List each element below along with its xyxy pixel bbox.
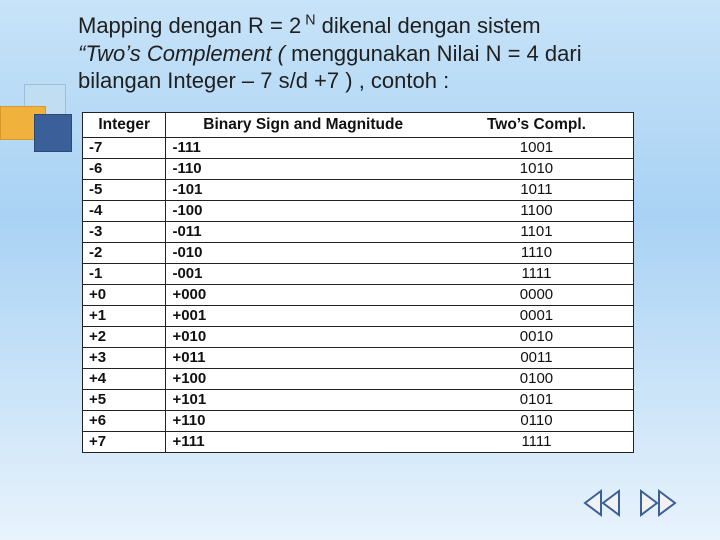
corner-decoration (0, 84, 84, 154)
cell-twos: 0001 (440, 306, 634, 327)
cell-signmag: -010 (166, 243, 440, 264)
table-row: +0+0000000 (83, 285, 634, 306)
text-line2-italic: “Two’s Complement ( (78, 41, 285, 66)
table-row: +5+1010101 (83, 390, 634, 411)
nav-controls (578, 488, 682, 522)
text-line2-rest: menggunakan Nilai N = 4 dari (285, 41, 582, 66)
col-header-signmag: Binary Sign and Magnitude (166, 113, 440, 138)
cell-twos: 1010 (440, 159, 634, 180)
cell-signmag: +001 (166, 306, 440, 327)
table-row: +4+1000100 (83, 369, 634, 390)
forward-icon (635, 487, 681, 524)
table-row: -7-1111001 (83, 138, 634, 159)
content-text: Mapping dengan R = 2 N dikenal dengan si… (78, 12, 696, 95)
cell-twos: 1111 (440, 432, 634, 453)
cell-integer: -5 (83, 180, 166, 201)
col-header-twos: Two’s Compl. (440, 113, 634, 138)
cell-signmag: -110 (166, 159, 440, 180)
cell-twos: 1100 (440, 201, 634, 222)
cell-signmag: -011 (166, 222, 440, 243)
cell-integer: -2 (83, 243, 166, 264)
cell-integer: -1 (83, 264, 166, 285)
cell-signmag: +000 (166, 285, 440, 306)
text-line1b: dikenal dengan sistem (316, 13, 541, 38)
cell-integer: +2 (83, 327, 166, 348)
table-row: -5-1011011 (83, 180, 634, 201)
cell-integer: +1 (83, 306, 166, 327)
slide: Mapping dengan R = 2 N dikenal dengan si… (0, 0, 720, 540)
cell-twos: 1101 (440, 222, 634, 243)
text-line3: bilangan Integer – 7 s/d +7 ) , contoh : (78, 68, 449, 93)
cell-integer: +7 (83, 432, 166, 453)
table-row: -4-1001100 (83, 201, 634, 222)
cell-twos: 1011 (440, 180, 634, 201)
cell-integer: +6 (83, 411, 166, 432)
text-superscript: N (301, 13, 315, 29)
cell-twos: 0110 (440, 411, 634, 432)
next-button[interactable] (634, 488, 682, 522)
table-row: +2+0100010 (83, 327, 634, 348)
cell-twos: 0100 (440, 369, 634, 390)
table-header-row: Integer Binary Sign and Magnitude Two’s … (83, 113, 634, 138)
cell-signmag: +110 (166, 411, 440, 432)
cell-twos: 1111 (440, 264, 634, 285)
text-line1a: Mapping dengan R = 2 (78, 13, 301, 38)
table-row: +3+0110011 (83, 348, 634, 369)
cell-twos: 0010 (440, 327, 634, 348)
twos-complement-table: Integer Binary Sign and Magnitude Two’s … (82, 112, 634, 453)
cell-integer: +5 (83, 390, 166, 411)
cell-signmag: -100 (166, 201, 440, 222)
cell-signmag: -001 (166, 264, 440, 285)
cell-integer: +4 (83, 369, 166, 390)
table-row: +7+1111111 (83, 432, 634, 453)
table-row: -1-0011111 (83, 264, 634, 285)
table-row: -2-0101110 (83, 243, 634, 264)
prev-button[interactable] (578, 488, 626, 522)
cell-integer: -6 (83, 159, 166, 180)
cell-signmag: +111 (166, 432, 440, 453)
cell-twos: 0101 (440, 390, 634, 411)
cell-integer: -7 (83, 138, 166, 159)
table-container: Integer Binary Sign and Magnitude Two’s … (82, 112, 634, 453)
cell-integer: +3 (83, 348, 166, 369)
cell-integer: -4 (83, 201, 166, 222)
cell-twos: 0011 (440, 348, 634, 369)
cell-integer: -3 (83, 222, 166, 243)
cell-twos: 0000 (440, 285, 634, 306)
cell-twos: 1001 (440, 138, 634, 159)
cell-signmag: +100 (166, 369, 440, 390)
cell-signmag: -101 (166, 180, 440, 201)
table-row: +1+0010001 (83, 306, 634, 327)
cell-twos: 1110 (440, 243, 634, 264)
table-row: -6-1101010 (83, 159, 634, 180)
table-row: -3-0111101 (83, 222, 634, 243)
cell-signmag: -111 (166, 138, 440, 159)
col-header-integer: Integer (83, 113, 166, 138)
cell-signmag: +101 (166, 390, 440, 411)
table-row: +6+1100110 (83, 411, 634, 432)
cell-signmag: +011 (166, 348, 440, 369)
rewind-icon (579, 487, 625, 524)
cell-signmag: +010 (166, 327, 440, 348)
cell-integer: +0 (83, 285, 166, 306)
